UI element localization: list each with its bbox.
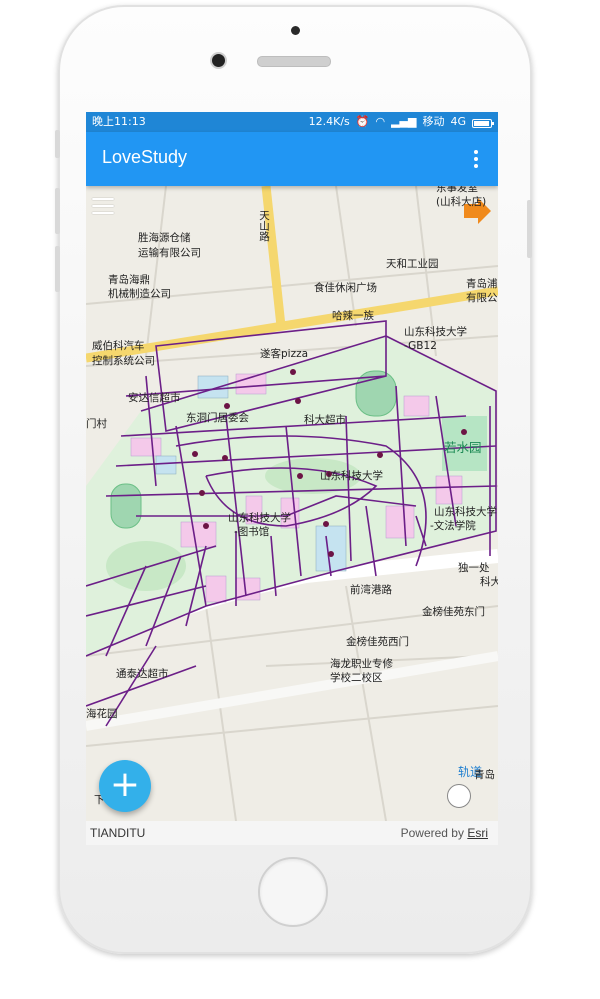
map-label: 天山路: [258, 210, 270, 242]
map-label: 胜海源仓储: [138, 232, 191, 244]
battery-icon: [472, 118, 494, 128]
add-button[interactable]: +: [99, 760, 151, 812]
earpiece-speaker: [257, 56, 331, 67]
map-label: 威伯科汽车: [92, 340, 145, 352]
front-camera: [210, 52, 227, 69]
phone-volume-up: [55, 188, 60, 234]
map-label: 山东科技大学: [320, 470, 383, 482]
esri-link[interactable]: Esri: [467, 826, 488, 840]
network-type: 4G: [450, 115, 466, 128]
menu-icon[interactable]: [92, 198, 114, 216]
map-label: 青岛海鼎: [108, 274, 150, 286]
map-label: 山东科技大学: [228, 512, 291, 524]
map-label: 山东科技大学: [434, 506, 497, 518]
map-label: 安达信超市: [128, 392, 181, 404]
carrier-name: 移动: [422, 115, 445, 128]
map-view[interactable]: 胜海源仓储 运输有限公司 天山路 东事发室 (山科大店) 青岛海鼎 机械制造公司…: [86, 186, 498, 821]
map-label: -GB12: [404, 340, 437, 352]
map-label: 遂客pizza: [260, 348, 309, 360]
map-label: 机械制造公司: [108, 288, 171, 300]
attribution-source: TIANDITU: [90, 826, 146, 840]
phone-side-button: [55, 130, 60, 158]
app-title: LoveStudy: [102, 147, 188, 167]
map-label: -图书馆: [234, 526, 270, 538]
app-bar: LoveStudy: [86, 132, 498, 186]
map-label: 通泰达超市: [116, 668, 169, 680]
status-time: 晚上11:13: [92, 115, 146, 128]
map-label: 金榜佳苑西门: [346, 636, 409, 648]
attribution-prefix: Powered by: [400, 826, 464, 840]
alarm-icon: ⏰: [355, 115, 370, 128]
location-toggle[interactable]: [447, 784, 471, 808]
map-label: 海花园: [86, 708, 118, 720]
map-label: 有限公: [466, 292, 498, 304]
map-label: 青岛浦: [466, 278, 498, 290]
map-label: 门村: [86, 418, 107, 430]
status-bar: 晚上11:13 12.4K/s ⏰ ◠ ▂▄▆ 移动 4G: [86, 112, 498, 132]
signal-icon: ▂▄▆: [391, 115, 417, 128]
map-label: 山东科技大学: [404, 326, 467, 338]
map-label: 海龙职业专修: [330, 658, 393, 670]
wifi-icon: ◠: [375, 115, 386, 128]
map-label: 天和工业园: [386, 258, 439, 270]
map-label: 控制系统公司: [92, 355, 155, 367]
map-label: 前湾港路: [350, 584, 392, 596]
map-label: 东洞门居委会: [186, 412, 249, 424]
map-attribution: TIANDITU Powered by Esri: [86, 821, 498, 845]
phone-screen: 晚上11:13 12.4K/s ⏰ ◠ ▂▄▆ 移动 4G LoveStudy: [86, 112, 498, 845]
map-label: 科大: [480, 576, 498, 588]
map-label: 学校二校区: [330, 672, 383, 684]
map-label: 东事发室: [436, 186, 478, 194]
more-vert-icon[interactable]: [466, 148, 486, 170]
phone-volume-down: [55, 246, 60, 292]
map-label: 金榜佳苑东门: [422, 606, 485, 618]
phone-power-button: [527, 200, 532, 258]
map-label: -文法学院: [430, 520, 476, 532]
map-label: 运输有限公司: [138, 247, 201, 259]
map-label: 科大超市: [304, 414, 346, 426]
network-speed: 12.4K/s: [308, 115, 350, 128]
proximity-sensor: [291, 26, 300, 35]
map-label: 哈辣一族: [332, 310, 374, 322]
map-label: 若水园: [444, 440, 482, 455]
map-label: 食佳休闲广场: [314, 282, 377, 294]
home-button[interactable]: [258, 857, 328, 927]
map-label: 青岛: [474, 769, 495, 781]
attribution-powered: Powered by Esri: [401, 821, 488, 845]
map-label: 独一处: [458, 562, 490, 574]
map-label: (山科大店): [436, 196, 487, 208]
